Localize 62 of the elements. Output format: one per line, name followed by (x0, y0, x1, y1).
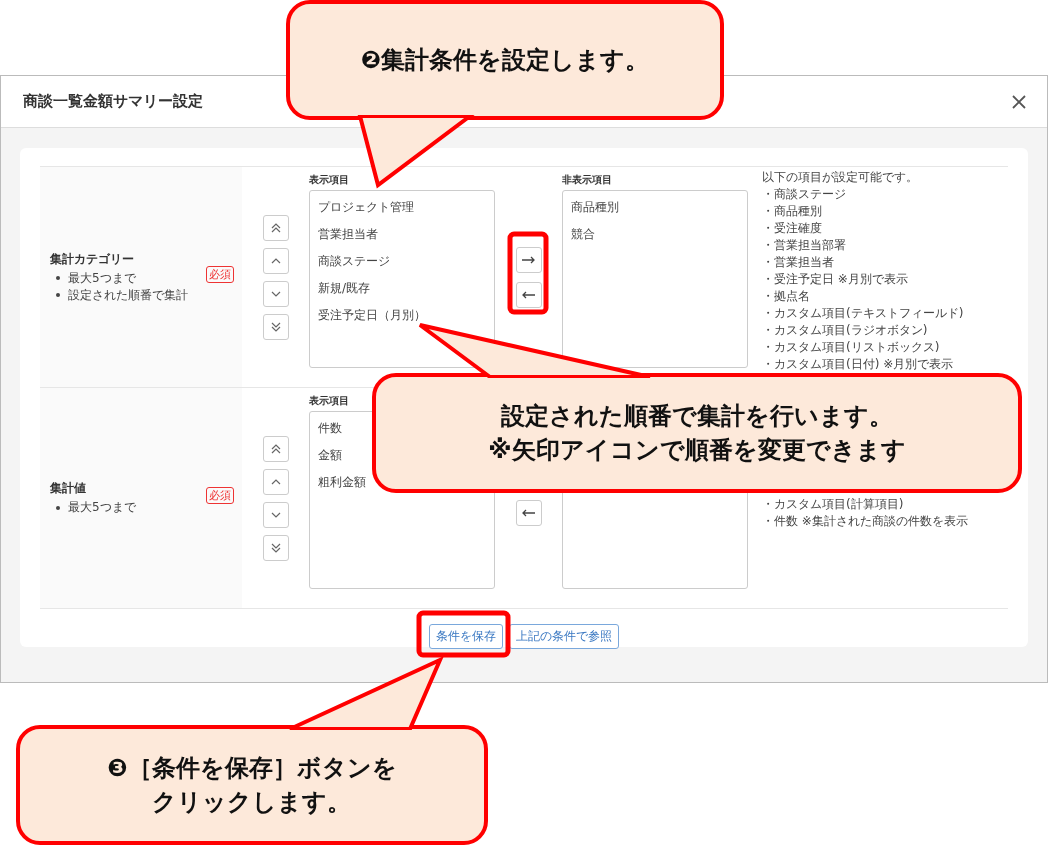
bullet-icon (56, 505, 60, 510)
section-label: 集計値 (50, 480, 87, 497)
note-text: ・カスタム項目(日付) ※月別で表示 (762, 356, 955, 373)
bullet-icon (56, 293, 60, 297)
section-label: 集計カテゴリー (50, 250, 135, 268)
bullet-text: 最大5つまで (68, 269, 136, 287)
note-text: ・カスタム項目(ラジオボタン) (762, 322, 929, 339)
list-item[interactable]: 金額 (318, 446, 342, 464)
chevron-up-icon (270, 478, 281, 485)
note-text: ・カスタム項目(リストボックス) (762, 339, 941, 356)
note-text: ・カスタム項目(計算項目) (762, 496, 905, 513)
list-header: 表示項目 (309, 173, 350, 187)
required-badge: 必須 (206, 265, 234, 283)
move-button[interactable] (515, 500, 542, 526)
close-icon[interactable] (1011, 93, 1027, 110)
reorder-button[interactable] (262, 313, 289, 340)
reorder-button[interactable] (262, 214, 289, 241)
list-item[interactable]: 商品種別 (571, 198, 619, 216)
double-chevron-down-icon (270, 542, 281, 553)
note-text: ・受注確度 (762, 220, 823, 237)
reorder-button[interactable] (262, 534, 289, 561)
note-text: ・商品種別 (762, 203, 823, 220)
bullet-text: 設定された順番で集計 (68, 286, 188, 304)
left-arrow-icon (522, 509, 535, 517)
callout-text: ❸［条件を保存］ボタンを クリックします。 (107, 753, 397, 818)
left-arrow-icon (522, 290, 535, 299)
chevron-down-icon (270, 290, 281, 297)
required-badge: 必須 (206, 486, 234, 504)
shown-items-list[interactable]: プロジェクト管理 営業担当者 商談ステージ 新規/既存 受注予定日（月別） (309, 190, 495, 368)
list-item[interactable]: 新規/既存 (318, 279, 371, 297)
list-item[interactable]: 営業担当者 (318, 225, 378, 243)
note-text: ・拠点名 (762, 288, 811, 305)
list-header: 非表示項目 (562, 173, 613, 187)
bullet-text: 最大5つまで (68, 499, 136, 516)
move-button[interactable] (515, 246, 542, 273)
list-item[interactable]: 受注予定日（月別） (318, 306, 426, 324)
chevron-up-icon (270, 257, 281, 264)
note-text: ・受注予定日 ※月別で表示 (762, 271, 909, 288)
note-text: ・商談ステージ (762, 186, 847, 203)
list-item[interactable]: 件数 (318, 419, 342, 437)
action-button[interactable]: 上記の条件で参照 (509, 624, 619, 649)
note-text: ・営業担当部署 (762, 237, 847, 254)
note-text: ・営業担当者 (762, 254, 835, 271)
chevron-down-icon (270, 511, 281, 518)
list-header: 表示項目 (309, 394, 350, 408)
double-chevron-down-icon (270, 321, 281, 332)
right-arrow-icon (522, 255, 535, 264)
action-button[interactable]: 条件を保存 (429, 624, 503, 649)
double-chevron-up-icon (270, 443, 281, 454)
move-button[interactable] (515, 281, 542, 308)
list-item[interactable]: プロジェクト管理 (318, 198, 414, 216)
list-item[interactable]: 商談ステージ (318, 252, 390, 270)
list-item[interactable]: 粗利金額 (318, 473, 366, 491)
note-text: 以下の項目が設定可能です。 (762, 169, 919, 186)
list-item[interactable]: 競合 (571, 225, 595, 243)
note-text: ・カスタム項目(テキストフィールド) (762, 305, 965, 322)
bullet-icon (56, 276, 60, 280)
callout-text: ❷集計条件を設定します。 (360, 45, 650, 76)
note-text: ・件数 ※集計された商談の件数を表示 (762, 513, 969, 530)
double-chevron-up-icon (270, 222, 281, 233)
dialog-title: 商談一覧金額サマリー設定 (23, 92, 203, 111)
reorder-button[interactable] (262, 435, 289, 462)
